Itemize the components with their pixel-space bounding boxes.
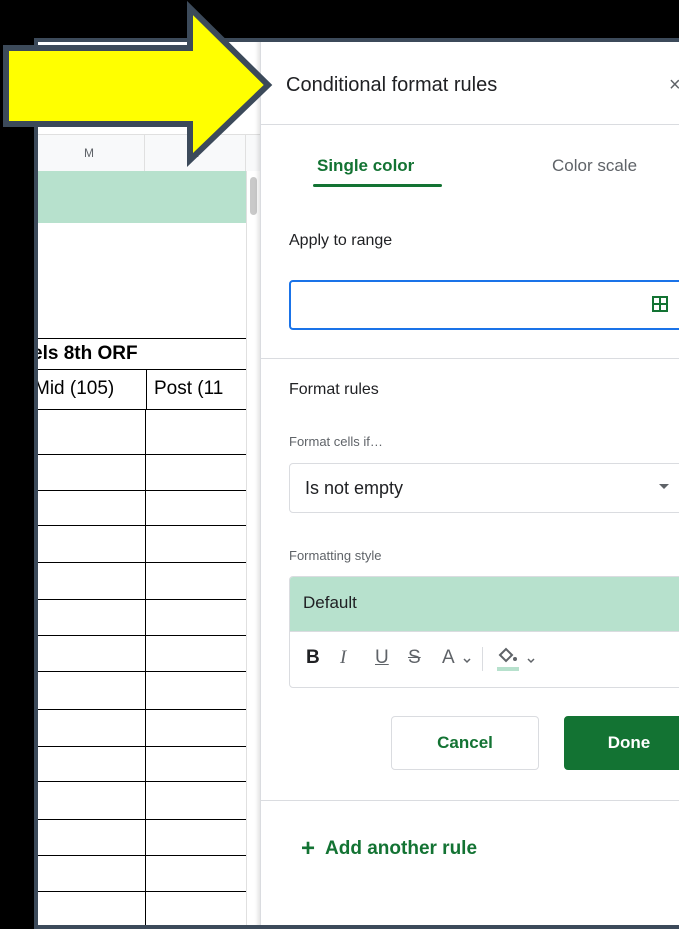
done-button[interactable]: Done (564, 716, 679, 770)
add-rule-label: Add another rule (325, 838, 478, 859)
grid-column-line (145, 409, 146, 929)
grid-row-line (34, 781, 246, 782)
style-preview-label: Default (303, 593, 357, 612)
italic-button[interactable]: I (340, 647, 346, 669)
section-divider (261, 358, 679, 359)
header-divider (261, 124, 679, 125)
chevron-down-icon (659, 484, 669, 489)
range-input[interactable] (289, 280, 679, 330)
active-tab-indicator (313, 184, 442, 187)
tab-single-color[interactable]: Single color (317, 156, 414, 176)
grid-row-line (34, 490, 246, 491)
header-cell-mid[interactable]: Mid (105) (34, 369, 144, 409)
grid-row-line (34, 599, 246, 600)
chevron-down-icon (463, 658, 471, 664)
fill-color-icon[interactable] (494, 645, 524, 673)
grid-row-line (34, 927, 246, 928)
grid-row-line (34, 454, 246, 455)
grid-row-line (34, 819, 246, 820)
app-window: M N els 8th ORF Mid (105) Post (11 (34, 38, 679, 929)
cancel-button[interactable]: Cancel (391, 716, 539, 770)
format-rules-heading: Format rules (289, 381, 379, 398)
panel-title: Conditional format rules (286, 74, 498, 96)
conditional-format-panel: Conditional format rules × Single color … (260, 38, 679, 929)
sheet-header-row: Mid (105) Post (11 (34, 369, 246, 410)
tab-color-scale[interactable]: Color scale (552, 156, 637, 176)
vertical-scrollbar[interactable] (246, 171, 261, 929)
condition-dropdown[interactable]: Is not empty (289, 463, 679, 513)
chevron-down-icon (527, 658, 535, 664)
underline-button[interactable]: U (375, 647, 389, 669)
formatting-style-label: Formatting style (289, 548, 382, 563)
close-icon[interactable]: × (669, 74, 679, 97)
header-cell-post[interactable]: Post (11 (146, 369, 246, 409)
strikethrough-button[interactable]: S (408, 647, 421, 669)
highlighted-row[interactable] (34, 171, 246, 223)
callout-arrow-icon (3, 0, 273, 168)
grid-row-line (34, 855, 246, 856)
grid-row-line (34, 891, 246, 892)
toolbar-divider (482, 647, 483, 671)
grid-row-line (34, 709, 246, 710)
add-another-rule-link[interactable]: + Add another rule (301, 833, 478, 862)
grid-row-line (34, 562, 246, 563)
formatting-style-box: Default B I U S A (289, 576, 679, 688)
apply-to-range-label: Apply to range (289, 232, 393, 249)
format-cells-if-label: Format cells if… (289, 434, 383, 449)
scrollbar-thumb[interactable] (250, 177, 257, 215)
select-range-icon[interactable] (652, 296, 668, 312)
grid-row-line (34, 525, 246, 526)
plus-icon: + (301, 835, 316, 862)
footer-divider (261, 800, 679, 801)
bold-button[interactable]: B (306, 647, 320, 669)
grid-row-line (34, 635, 246, 636)
spreadsheet-grid: M N els 8th ORF Mid (105) Post (11 (34, 38, 261, 929)
condition-value: Is not empty (305, 478, 404, 498)
grid-row-line (34, 671, 246, 672)
text-color-button[interactable]: A (442, 647, 455, 669)
grid-row-line (34, 746, 246, 747)
cell-grid[interactable] (34, 409, 246, 929)
style-preview-dropdown[interactable]: Default (290, 577, 679, 632)
sheet-title-cell[interactable]: els 8th ORF (34, 338, 246, 370)
style-toolbar: B I U S A (290, 631, 679, 687)
